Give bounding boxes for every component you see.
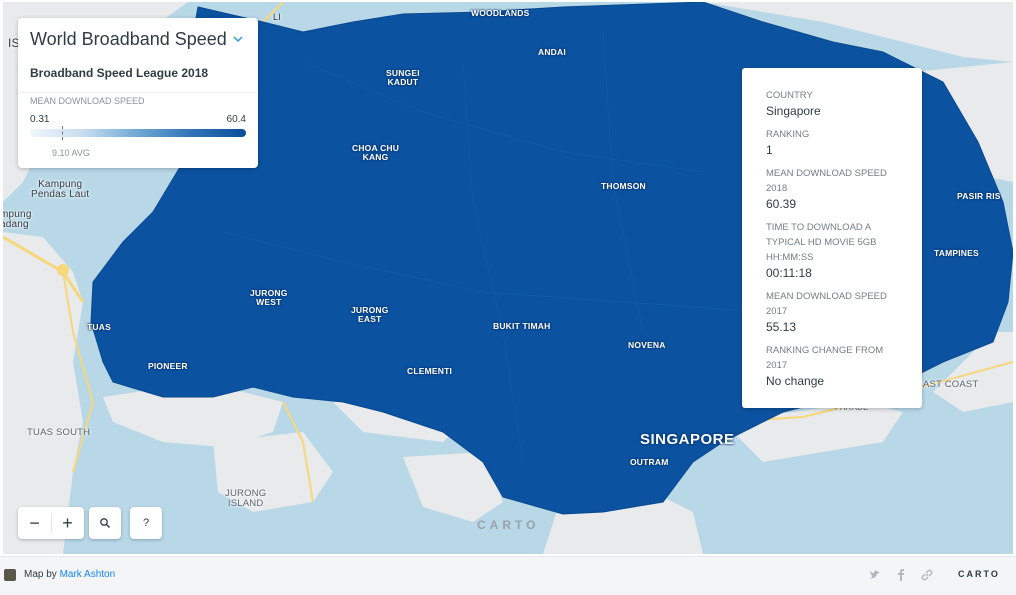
legend-min-value: 0.31 xyxy=(30,114,50,125)
legend-subtitle: Broadband Speed League 2018 xyxy=(30,66,209,80)
legend-metric-label: MEAN DOWNLOAD SPEED xyxy=(30,96,145,106)
legend-average-label: 9.10 AVG xyxy=(52,148,90,158)
facebook-icon[interactable] xyxy=(894,568,908,582)
place-label-jurong-west: JURONG WEST xyxy=(250,288,288,307)
place-label-woodlands: WOODLANDS xyxy=(471,8,530,18)
twitter-icon[interactable] xyxy=(868,568,882,582)
place-label-jurong-island: JURONG ISLAND xyxy=(225,488,267,509)
country-value: Singapore xyxy=(766,104,821,118)
help-button[interactable]: ? xyxy=(130,507,162,539)
place-label-bukit-timah: BUKIT TIMAH xyxy=(493,321,551,331)
zoom-out-button[interactable]: − xyxy=(18,507,51,539)
movie-time-value: 00:11:18 xyxy=(766,266,812,280)
carto-watermark: CARTO xyxy=(477,518,540,532)
legend-average-marker xyxy=(62,126,64,140)
avatar xyxy=(4,569,16,581)
place-label-sungei-kadut: SUNGEI KADUT xyxy=(386,68,420,87)
place-label-li-edge: LI xyxy=(273,12,281,22)
place-label-east-coast: AST COAST xyxy=(923,379,979,390)
legend-title: World Broadband Speed xyxy=(30,29,227,49)
speed-2017-label: MEAN DOWNLOAD SPEED 2017 xyxy=(766,291,887,317)
place-label-jurong-east: JURONG EAST xyxy=(351,305,389,324)
map-credit: Map by Mark Ashton xyxy=(24,569,115,580)
legend-divider xyxy=(18,92,258,93)
chevron-down-icon[interactable] xyxy=(230,32,246,46)
country-label: COUNTRY xyxy=(766,90,813,101)
search-button[interactable] xyxy=(89,507,121,539)
place-label-clementi: CLEMENTI xyxy=(407,366,453,376)
ranking-label: RANKING xyxy=(766,129,810,140)
place-label-tampines: TAMPINES xyxy=(934,248,979,258)
speed-2018-label: MEAN DOWNLOAD SPEED 2018 xyxy=(766,168,887,194)
legend-panel: World Broadband Speed Broadband Speed Le… xyxy=(18,18,258,168)
author-link[interactable]: Mark Ashton xyxy=(60,569,116,580)
link-icon[interactable] xyxy=(920,568,934,582)
speed-2018-value: 60.39 xyxy=(766,197,797,211)
place-label-choa-chu-kang: CHOA CHU KANG xyxy=(352,143,400,162)
zoom-controls: − + xyxy=(18,507,84,539)
place-label-outram: OUTRAM xyxy=(630,457,669,467)
ranking-value: 1 xyxy=(766,143,773,157)
place-label-tuas: TUAS xyxy=(87,322,111,332)
search-icon xyxy=(100,518,110,528)
speed-2017-value: 55.13 xyxy=(766,320,797,334)
map-by-label: Map by xyxy=(24,569,57,580)
place-label-singapore: SINGAPORE xyxy=(640,431,735,448)
movie-time-label: TIME TO DOWNLOAD A TYPICAL HD MOVIE 5GB … xyxy=(766,222,877,263)
ranking-change-label: RANKING CHANGE FROM 2017 xyxy=(766,345,884,371)
place-label-kampung-edge: mpung adang xyxy=(3,209,32,230)
info-popup: COUNTRY Singapore RANKING 1 MEAN DOWNLOA… xyxy=(742,68,922,408)
place-label-pasir-ris: PASIR RIS xyxy=(957,191,1001,201)
carto-logo[interactable]: CARTO xyxy=(958,569,1000,579)
zoom-in-button[interactable]: + xyxy=(51,507,84,539)
place-label-sembawang: ANDAI xyxy=(538,47,566,57)
place-label-pioneer: PIONEER xyxy=(148,361,188,371)
place-label-novena: NOVENA xyxy=(628,340,666,350)
ranking-change-value: No change xyxy=(766,374,825,388)
footer-bar: Map by Mark Ashton CARTO xyxy=(0,556,1016,595)
place-label-thomson: THOMSON xyxy=(601,181,646,191)
legend-max-value: 60.4 xyxy=(226,114,246,125)
place-label-kampung-pendas-laut: Kampung Pendas Laut xyxy=(31,179,90,200)
place-label-tuas-south: TUAS SOUTH xyxy=(27,427,91,438)
